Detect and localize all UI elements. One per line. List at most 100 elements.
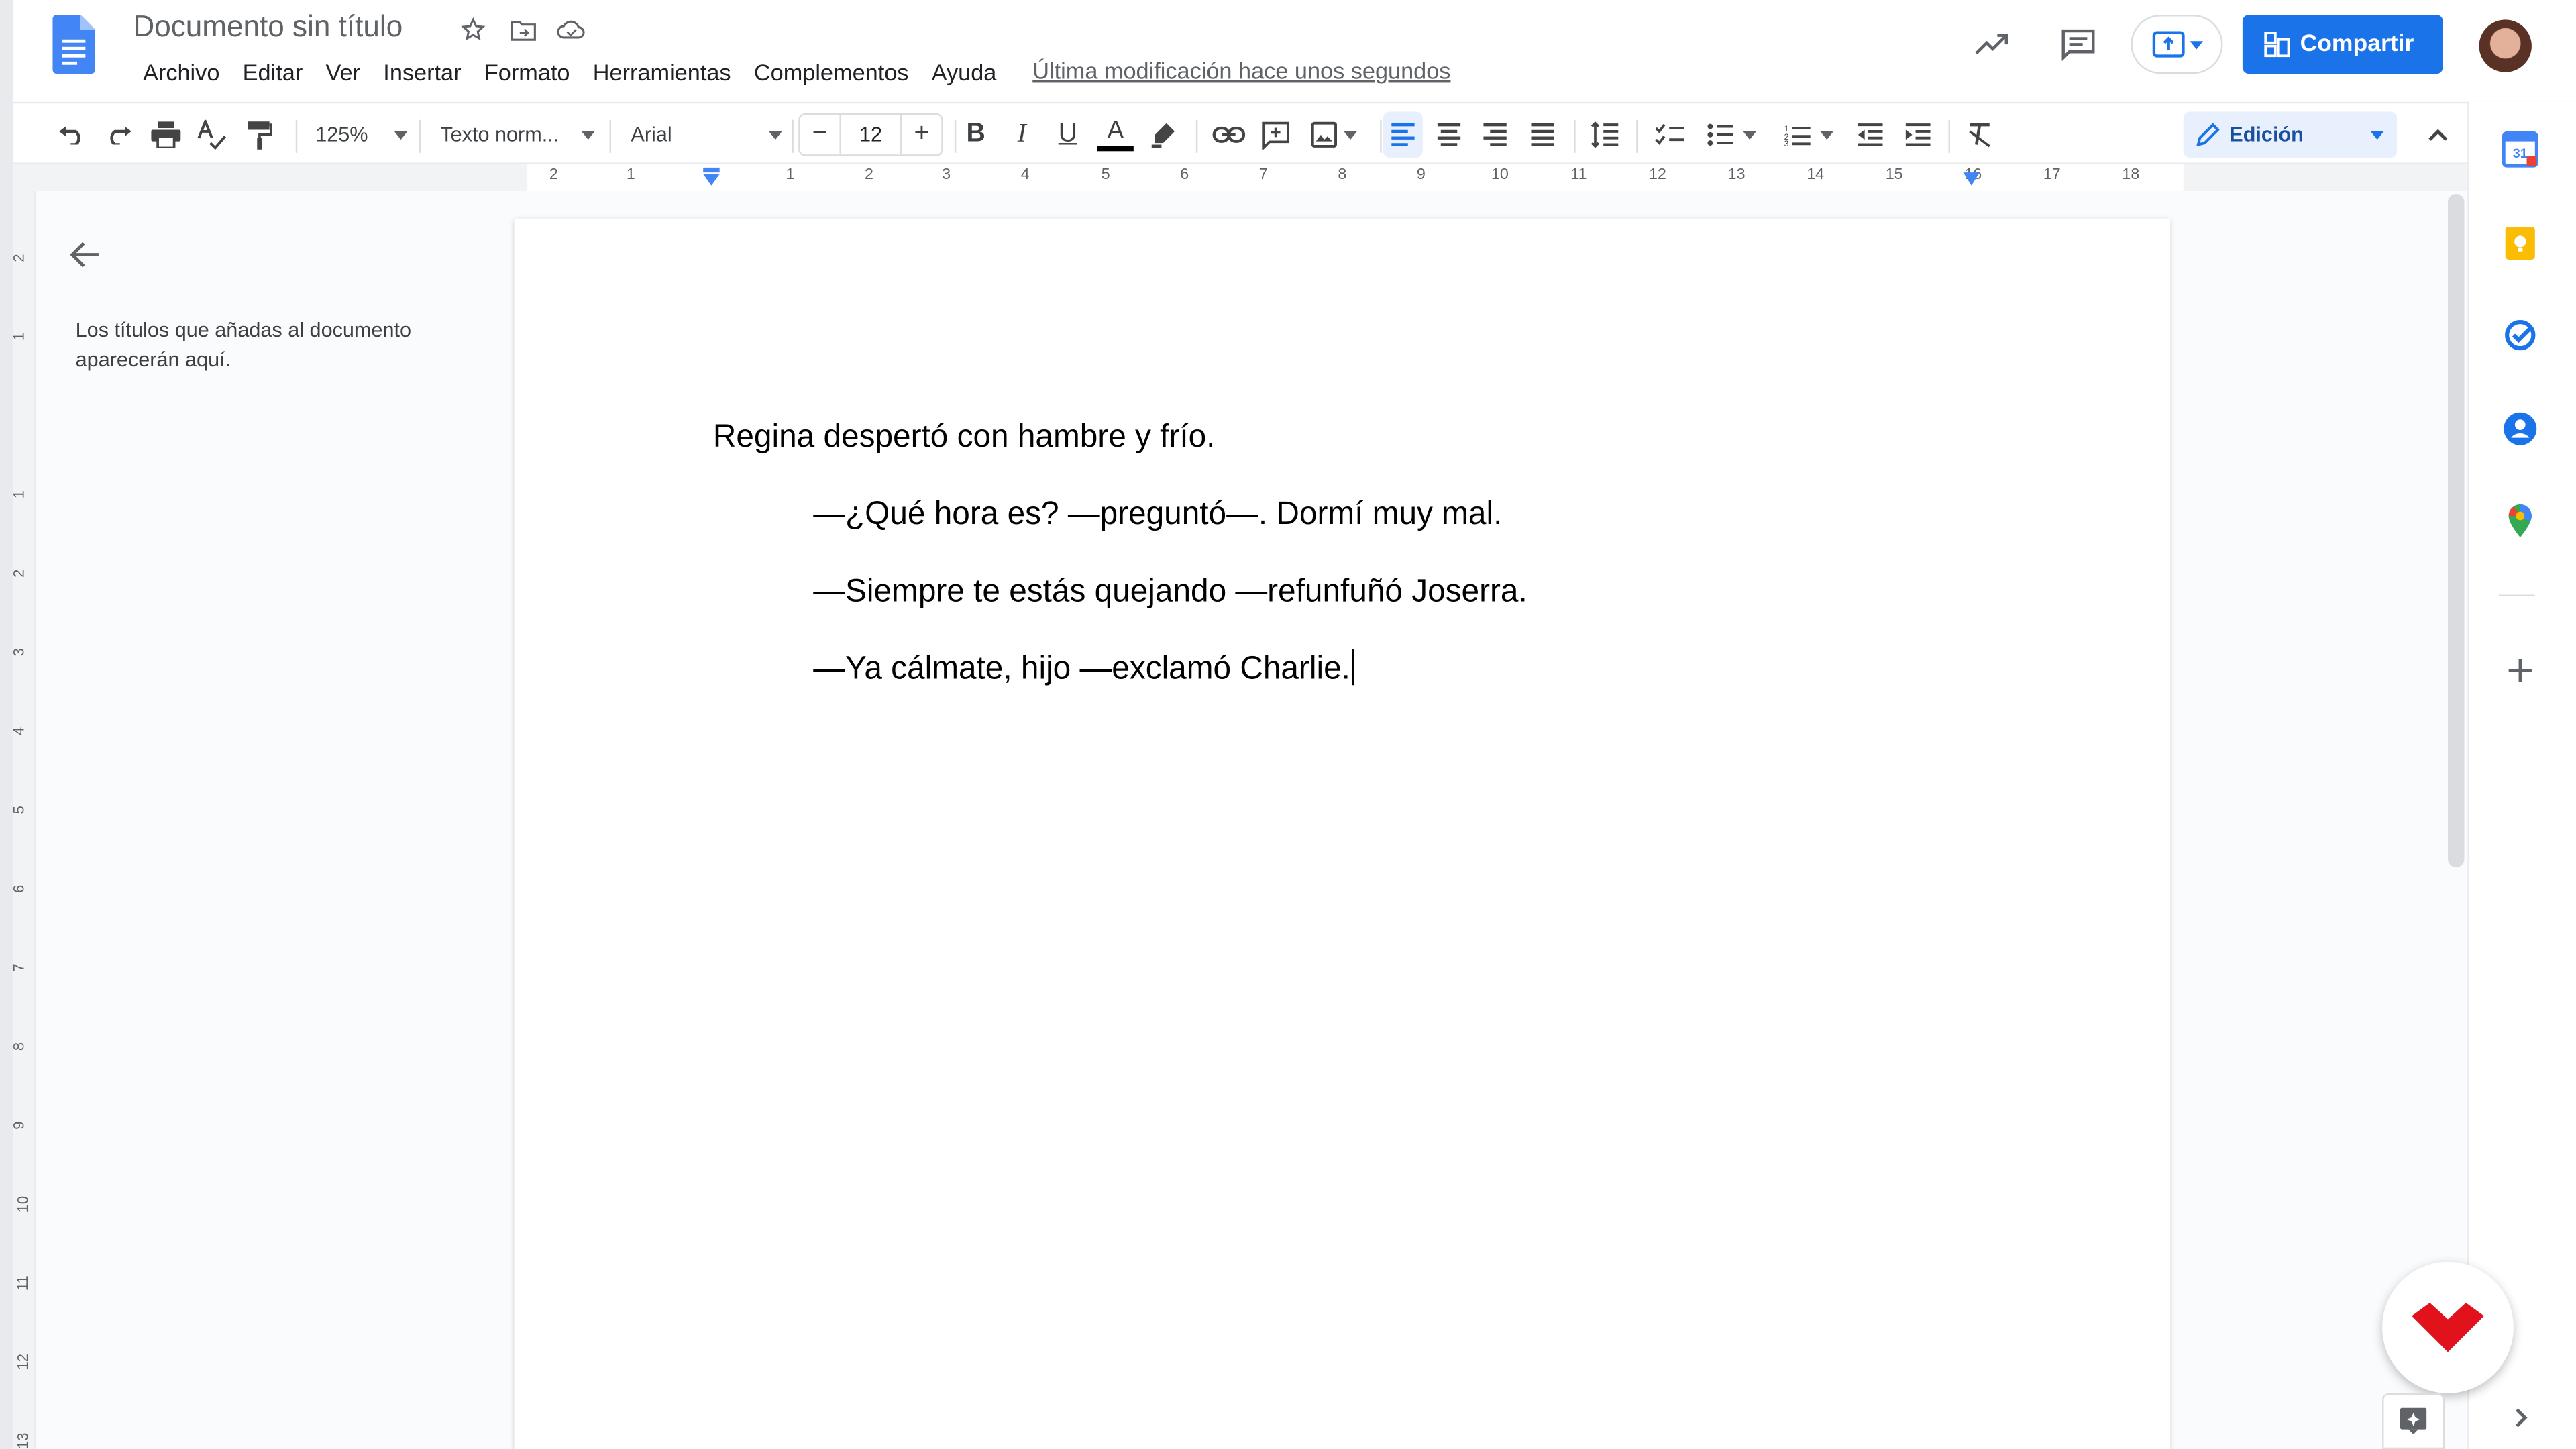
paragraph[interactable]: Regina despertó con hambre y frío. (713, 419, 1216, 456)
text-color-icon: A (1107, 115, 1124, 144)
insert-link-button[interactable] (1209, 112, 1248, 158)
undo-button[interactable] (52, 112, 92, 158)
document-page[interactable]: Regina despertó con hambre y frío. —¿Qué… (514, 218, 2171, 1449)
checklist-button[interactable] (1650, 112, 1689, 158)
menu-ver[interactable]: Ver (314, 58, 372, 87)
increase-font-size-button[interactable]: + (902, 115, 942, 154)
text-color-button[interactable]: A (1095, 112, 1135, 158)
present-button[interactable] (2131, 15, 2223, 74)
undo-icon (59, 126, 80, 145)
move-folder-icon[interactable] (506, 13, 539, 46)
print-button[interactable] (146, 112, 186, 158)
right-indent-marker-icon[interactable] (1962, 171, 1981, 187)
star-icon[interactable] (457, 13, 490, 46)
formatting-toolbar: 125% Texto norm... Arial − 12 + B I U A (13, 101, 2576, 164)
maps-icon[interactable] (2502, 502, 2538, 539)
toolbar-divider (792, 119, 794, 153)
highlight-pen-icon (1151, 123, 1175, 148)
vertical-ruler[interactable]: 2 1 1 2 3 4 5 6 7 8 9 10 11 12 13 (10, 191, 36, 1449)
toolbar-divider (1948, 119, 1950, 153)
menu-insertar[interactable]: Insertar (372, 58, 473, 87)
tasks-icon[interactable] (2502, 317, 2538, 354)
brand-badge[interactable] (2382, 1261, 2514, 1393)
menu-ayuda[interactable]: Ayuda (920, 58, 1008, 87)
align-left-button[interactable] (1383, 111, 1423, 158)
increase-indent-button[interactable] (1898, 112, 1937, 158)
share-button[interactable]: Compartir (2242, 15, 2443, 74)
menu-formato[interactable]: Formato (473, 58, 582, 87)
font-size-input[interactable]: 12 (839, 115, 902, 155)
menu-bar: Archivo Editar Ver Insertar Formato Herr… (131, 58, 1462, 87)
justify-button[interactable] (1523, 112, 1562, 158)
explore-button[interactable] (2382, 1393, 2445, 1449)
ruler-label: 13 (1727, 166, 1746, 184)
line-spacing-button[interactable] (1585, 112, 1625, 158)
add-icon[interactable] (2502, 652, 2538, 688)
horizontal-ruler[interactable]: 2 1 1 2 3 4 5 6 7 8 9 10 11 12 13 14 15 … (13, 164, 2468, 191)
ruler-label: 7 (10, 963, 28, 972)
cloud-status-icon[interactable] (555, 13, 588, 46)
avatar[interactable] (2479, 19, 2532, 72)
ruler-label: 11 (14, 1275, 31, 1291)
align-right-button[interactable] (1475, 112, 1515, 158)
keep-icon[interactable] (2502, 225, 2538, 262)
ruler-label: 10 (1491, 166, 1509, 184)
paragraph[interactable]: —Siempre te estás quejando —refunfuñó Jo… (813, 574, 1527, 611)
editing-mode-select[interactable]: Edición (2183, 111, 2398, 158)
font-family-select[interactable]: Arial (631, 112, 782, 158)
redo-button[interactable] (99, 112, 138, 158)
align-center-button[interactable] (1430, 112, 1469, 158)
menu-editar[interactable]: Editar (231, 58, 315, 87)
hide-menus-button[interactable] (2418, 112, 2458, 158)
chevron-right-icon[interactable] (2502, 1400, 2538, 1436)
document-title[interactable]: Documento sin título (133, 10, 402, 44)
docs-logo-icon[interactable] (52, 15, 96, 74)
italic-button[interactable]: I (1002, 112, 1042, 158)
present-caret-icon (2189, 40, 2202, 49)
paint-format-button[interactable] (240, 112, 280, 158)
ruler-label: 11 (1570, 166, 1587, 184)
zoom-caret-icon (394, 130, 408, 139)
outline-empty-text: Los títulos que añadas al documento apar… (75, 319, 412, 372)
bulleted-list-button[interactable] (1699, 112, 1764, 158)
pencil-icon (2196, 123, 2220, 146)
comments-button[interactable] (2052, 18, 2104, 70)
ruler-label: 15 (1885, 166, 1903, 184)
menu-archivo[interactable]: Archivo (131, 58, 231, 87)
bullets-caret-icon (1743, 130, 1756, 139)
menu-herramientas[interactable]: Herramientas (582, 58, 743, 87)
ruler-label: 7 (1258, 166, 1268, 184)
paragraph-style-select[interactable]: Texto norm... (440, 112, 596, 158)
contacts-icon[interactable] (2502, 411, 2538, 447)
align-center-icon (1437, 123, 1461, 146)
paragraph-with-cursor[interactable]: —Ya cálmate, hijo —exclamó Charlie. (813, 649, 1355, 688)
ruler-label: 9 (1416, 166, 1426, 184)
insert-image-button[interactable] (1305, 112, 1364, 158)
left-indent-marker-icon[interactable] (702, 167, 721, 187)
paragraph-style-value: Texto norm... (440, 123, 559, 146)
back-arrow-icon[interactable] (66, 237, 102, 273)
clear-formatting-button[interactable] (1960, 112, 2000, 158)
decrease-indent-button[interactable] (1850, 112, 1890, 158)
ruler-label: 4 (10, 727, 28, 735)
decrease-font-size-button[interactable]: − (800, 115, 840, 154)
paragraph[interactable]: —¿Qué hora es? —preguntó—. Dormí muy mal… (813, 496, 1502, 534)
redo-icon (110, 126, 131, 145)
print-icon (151, 121, 181, 148)
ruler-label: 8 (1338, 166, 1347, 184)
document-scrollbar[interactable] (2448, 193, 2465, 868)
highlight-color-button[interactable] (1144, 112, 1183, 158)
add-comment-button[interactable] (1255, 112, 1295, 158)
spellcheck-button[interactable] (193, 112, 232, 158)
numbered-list-button[interactable]: 123 (1776, 112, 1841, 158)
menu-complementos[interactable]: Complementos (743, 58, 920, 87)
zoom-select[interactable]: 125% (315, 112, 408, 158)
activity-dashboard-button[interactable] (1966, 18, 2019, 70)
calendar-icon[interactable]: 31 (2502, 131, 2538, 168)
bold-button[interactable]: B (956, 112, 996, 158)
last-modified-link[interactable]: Última modificación hace unos segundos (1021, 58, 1462, 87)
decrease-indent-icon (1858, 123, 1883, 146)
spellcheck-icon (197, 119, 227, 150)
title-actions (457, 13, 588, 46)
underline-button[interactable]: U (1048, 112, 1087, 158)
